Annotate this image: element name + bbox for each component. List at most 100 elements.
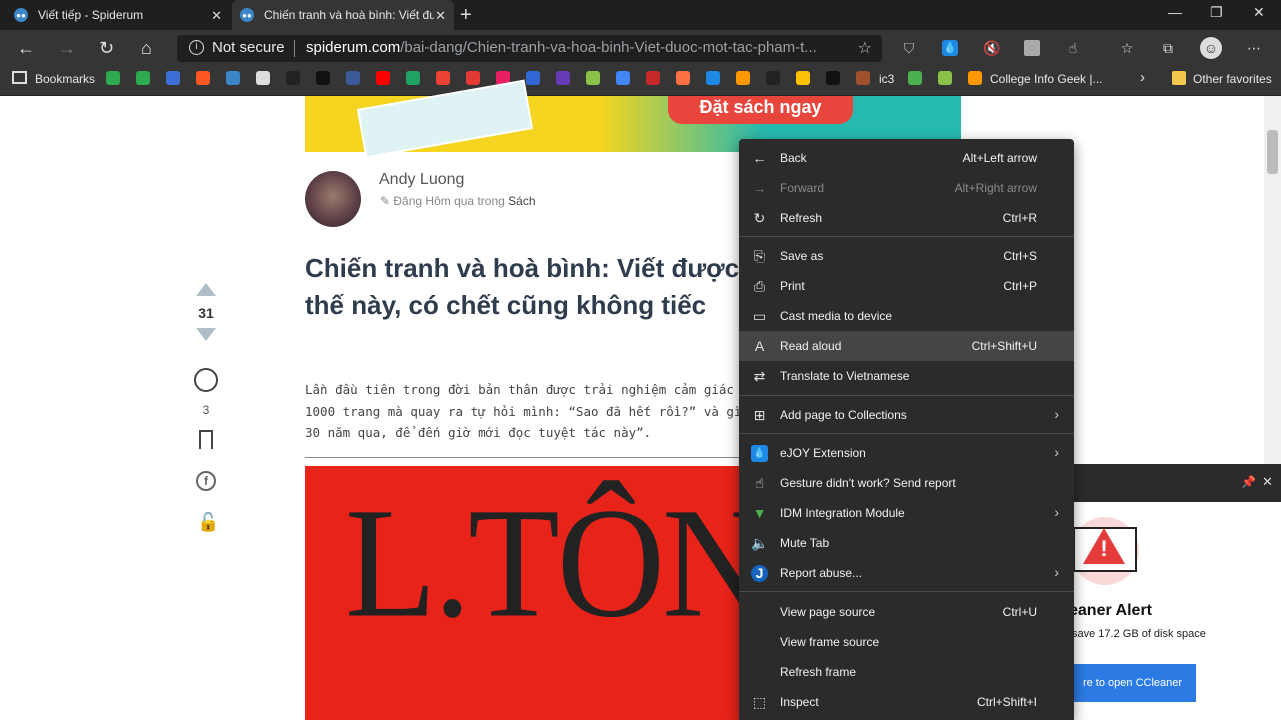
menu-item-idm[interactable]: ▼ IDM Integration Module ›: [739, 498, 1074, 528]
tab-viet-tiep[interactable]: ●● Viết tiếp - Spiderum ✕: [6, 0, 230, 30]
minimize-button[interactable]: —: [1168, 4, 1182, 20]
address-bar[interactable]: i Not secure spiderum.com/bai-dang/Chien…: [177, 35, 882, 62]
url-text[interactable]: spiderum.com/bai-dang/Chien-tranh-va-hoa…: [306, 39, 846, 56]
menu-shortcut: Ctrl+Shift+U: [971, 339, 1037, 353]
maximize-button[interactable]: ❐: [1210, 4, 1223, 21]
tab-close-icon[interactable]: ✕: [211, 8, 222, 24]
menu-item-view-page-source[interactable]: View page source Ctrl+U: [739, 597, 1074, 627]
gesture-ext-icon[interactable]: ☝: [1065, 40, 1081, 56]
downvote-icon[interactable]: [196, 328, 216, 341]
tab-close-icon[interactable]: ✕: [435, 8, 446, 24]
bookmark-favicon-icon[interactable]: [346, 71, 360, 85]
bookmarks-label[interactable]: Bookmarks: [35, 72, 95, 86]
menu-item-print[interactable]: ⎙ Print Ctrl+P: [739, 271, 1074, 301]
shield-ext-icon[interactable]: ⛉: [901, 40, 917, 56]
window-close-button[interactable]: ✕: [1253, 4, 1265, 21]
facebook-icon[interactable]: f: [196, 471, 216, 491]
bookmark-favicon-icon[interactable]: [736, 71, 750, 85]
bookmark-college-info-geek[interactable]: College Info Geek |...: [990, 72, 1103, 86]
comment-icon[interactable]: [194, 368, 218, 392]
menu-item-translate[interactable]: ⇄ Translate to Vietnamese: [739, 361, 1074, 391]
mute-ext-icon[interactable]: 🔇: [983, 40, 1000, 56]
bookmark-favicon-icon[interactable]: [706, 71, 720, 85]
popup-close-icon[interactable]: ✕: [1262, 474, 1273, 490]
profile-avatar[interactable]: ☺: [1200, 37, 1222, 59]
menu-label: Save as: [780, 249, 824, 263]
menu-item-inspect[interactable]: ⬚ Inspect Ctrl+Shift+I: [739, 687, 1074, 717]
bookmark-favicon-icon[interactable]: [856, 71, 870, 85]
menu-item-view-frame-source[interactable]: View frame source: [739, 627, 1074, 657]
droplet-ext-icon[interactable]: 💧: [942, 40, 958, 56]
bookmark-favicon-icon[interactable]: [908, 71, 922, 85]
menu-label: Report abuse...: [780, 566, 863, 580]
upvote-icon[interactable]: [196, 283, 216, 296]
menu-item-mute-tab[interactable]: 🔈 Mute Tab: [739, 528, 1074, 558]
forward-button[interactable]: →: [58, 38, 76, 59]
favorite-star-icon[interactable]: ☆: [858, 38, 872, 58]
bookmark-favicon-icon[interactable]: [166, 71, 180, 85]
bookmark-favicon-icon[interactable]: [826, 71, 840, 85]
new-tab-button[interactable]: +: [460, 4, 472, 27]
bookmark-favicon-icon[interactable]: [676, 71, 690, 85]
menu-item-back[interactable]: ← Back Alt+Left arrow: [739, 143, 1074, 173]
file-ext-icon[interactable]: [1024, 40, 1040, 56]
bookmark-favicon-icon[interactable]: [556, 71, 570, 85]
info-icon[interactable]: i: [189, 40, 204, 55]
banner-cta-button[interactable]: Đặt sách ngay: [668, 96, 853, 124]
back-button[interactable]: ←: [17, 38, 35, 59]
bookmark-ic3[interactable]: ic3: [879, 72, 894, 86]
bookmark-favicon-icon[interactable]: [938, 71, 952, 85]
security-label[interactable]: Not secure: [212, 39, 285, 56]
menu-item-refresh[interactable]: ↻ Refresh Ctrl+R: [739, 203, 1074, 233]
bookmark-favicon-icon[interactable]: [376, 71, 390, 85]
bookmark-favicon-icon[interactable]: [436, 71, 450, 85]
post-title: Chiến tranh và hoà bình: Viết được thế n…: [305, 253, 740, 320]
submenu-chevron-icon: ›: [1054, 564, 1059, 580]
menu-item-refresh-frame[interactable]: Refresh frame: [739, 657, 1074, 687]
bookmark-favicon-icon[interactable]: [286, 71, 300, 85]
bookmark-favicon-icon[interactable]: [766, 71, 780, 85]
open-ccleaner-button[interactable]: re to open CCleaner: [1069, 664, 1196, 702]
bookmark-favicon-icon[interactable]: [646, 71, 660, 85]
menu-label: Refresh: [780, 211, 823, 225]
author-name[interactable]: Andy Luong: [379, 171, 464, 189]
menu-item-read-aloud[interactable]: A Read aloud Ctrl+Shift+U: [739, 331, 1074, 361]
bookmark-favicon-icon[interactable]: [226, 71, 240, 85]
folder-icon: [1172, 71, 1186, 85]
favorites-icon[interactable]: ☆: [1119, 40, 1135, 56]
category-link[interactable]: Sách: [508, 194, 535, 208]
bookmark-favicon-icon[interactable]: [136, 71, 150, 85]
bookmark-favicon-icon[interactable]: [796, 71, 810, 85]
menu-item-report-abuse[interactable]: J Report abuse... ›: [739, 558, 1074, 588]
author-avatar[interactable]: [305, 171, 361, 227]
bookmark-favicon-icon[interactable]: [196, 71, 210, 85]
bookmark-favicon-icon[interactable]: [466, 71, 480, 85]
scrollbar-thumb[interactable]: [1267, 130, 1278, 174]
bookmark-favicon-icon[interactable]: [586, 71, 600, 85]
more-icon[interactable]: ⋯: [1246, 40, 1262, 56]
refresh-button[interactable]: ↻: [99, 38, 114, 59]
bookmark-favicon-icon[interactable]: [106, 71, 120, 85]
back-arrow-icon: ←: [752, 150, 767, 166]
bookmark-favicon-icon[interactable]: [406, 71, 420, 85]
menu-item-ejoy[interactable]: 💧 eJOY Extension ›: [739, 438, 1074, 468]
home-button[interactable]: ⌂: [141, 38, 152, 59]
menu-item-save-as[interactable]: ⎘ Save as Ctrl+S: [739, 241, 1074, 271]
collections-icon[interactable]: ⧉: [1160, 40, 1176, 56]
spiderum-favicon-icon: ●●: [14, 8, 28, 22]
bookmark-favicon-icon[interactable]: [616, 71, 630, 85]
bookmark-favicon-icon[interactable]: [316, 71, 330, 85]
menu-item-gesture-report[interactable]: ☝ Gesture didn't work? Send report: [739, 468, 1074, 498]
unlock-icon[interactable]: 🔓: [197, 512, 219, 533]
bookmark-favicon-icon[interactable]: [526, 71, 540, 85]
bookmark-favicon-icon[interactable]: [256, 71, 270, 85]
bookmarks-overflow-chevron-icon[interactable]: ›: [1140, 69, 1145, 86]
tab-chien-tranh[interactable]: ●● Chiến tranh và hoà bình: Viết được ✕: [232, 0, 454, 30]
bookmark-icon[interactable]: [199, 430, 213, 449]
popup-heading: eaner Alert: [1069, 602, 1152, 619]
menu-item-add-to-collections[interactable]: ⊞ Add page to Collections ›: [739, 400, 1074, 430]
pin-icon[interactable]: 📌: [1241, 475, 1256, 489]
menu-item-forward[interactable]: → Forward Alt+Right arrow: [739, 173, 1074, 203]
other-favorites[interactable]: Other favorites: [1193, 72, 1272, 86]
menu-item-cast-media[interactable]: ▭ Cast media to device: [739, 301, 1074, 331]
